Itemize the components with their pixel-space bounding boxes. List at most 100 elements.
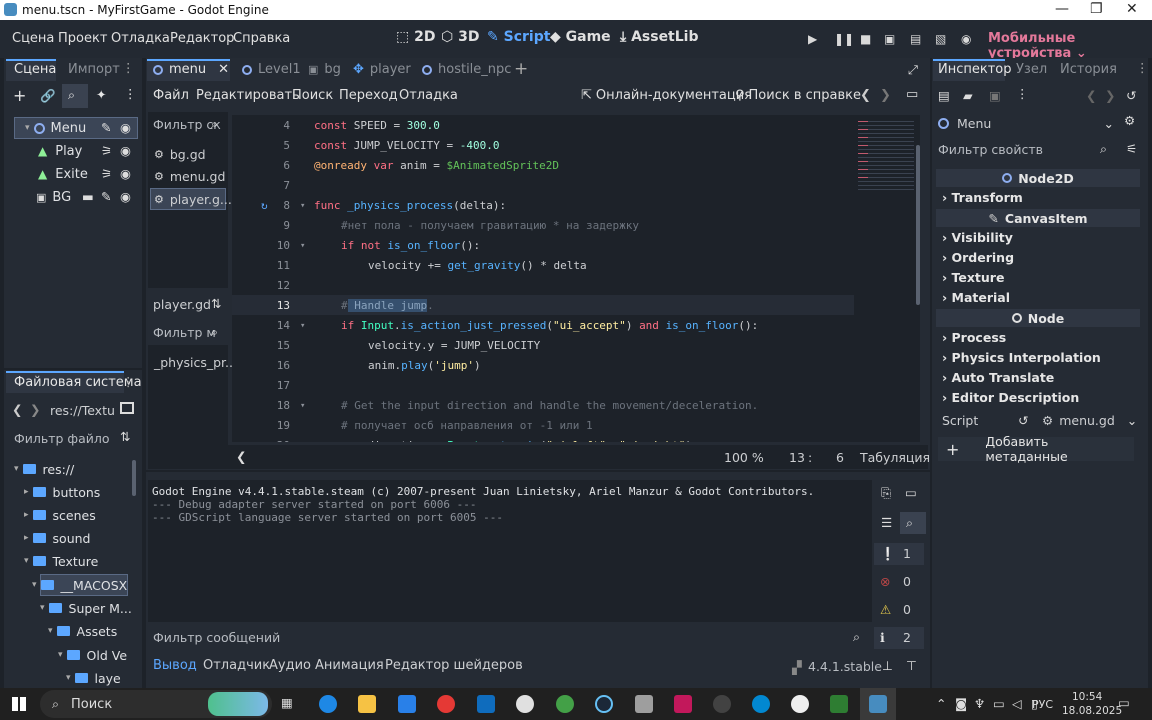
outlook-icon[interactable] <box>477 695 495 713</box>
chevron-up-icon[interactable]: ⌃ <box>936 696 946 711</box>
version-label[interactable]: 4.4.1.stable <box>808 659 882 674</box>
script-attached-icon[interactable]: ✎ <box>101 189 111 204</box>
collapse-icon[interactable]: ▾ <box>25 123 30 133</box>
play-custom-icon[interactable]: ▧ <box>935 32 946 46</box>
online-docs-button[interactable]: ⇱ Онлайн-документация <box>581 88 752 103</box>
fs-item-scenes[interactable]: ▸ scenes <box>24 504 96 526</box>
visibility-icon[interactable]: ◉ <box>120 143 131 158</box>
section-process[interactable]: › Process <box>942 330 1006 345</box>
edge-icon[interactable] <box>319 695 337 713</box>
editor-messages-count[interactable]: 2 <box>903 630 911 645</box>
windows-start-icon[interactable] <box>12 697 26 711</box>
open-folder-icon[interactable]: ▰ <box>963 88 973 103</box>
section-texture[interactable]: › Texture <box>942 270 1004 285</box>
history-forward-icon[interactable]: ❯ <box>1105 88 1115 103</box>
copy-icon[interactable]: ⎘ <box>881 485 891 501</box>
tab-scene[interactable]: Сцена <box>14 62 56 77</box>
split-view-icon[interactable] <box>120 402 134 414</box>
section-auto-translate[interactable]: › Auto Translate <box>942 370 1054 385</box>
section-transform[interactable]: › Transform <box>942 190 1023 205</box>
workspace-2d-button[interactable]: ⬚ 2D <box>396 29 435 45</box>
telegram-icon[interactable] <box>752 695 770 713</box>
file-explorer-icon[interactable] <box>358 695 376 713</box>
steam-icon[interactable] <box>595 695 613 713</box>
godot-icon[interactable] <box>869 695 887 713</box>
volume-icon[interactable]: ◁ <box>1012 696 1022 711</box>
collapse-icon[interactable]: ▾ <box>32 580 37 590</box>
collapse-icon[interactable]: ▾ <box>66 673 71 683</box>
green-app-icon[interactable] <box>556 695 574 713</box>
task-view-icon[interactable]: ▦ <box>281 695 293 710</box>
tab-player[interactable]: ✥ player <box>353 62 411 77</box>
fs-item-old-ve[interactable]: ▾ Old Ve <box>58 644 127 666</box>
search-icon[interactable]: ⌕ <box>906 515 913 531</box>
tab-node[interactable]: Узел <box>1016 62 1047 77</box>
menu-project[interactable]: Проект <box>58 31 107 46</box>
workspace-assetlib-button[interactable]: ⤓ AssetLib <box>620 29 699 45</box>
chatgpt-icon[interactable] <box>516 695 534 713</box>
methods-filter-input[interactable]: Фильтр м <box>153 325 216 340</box>
clear-output-icon[interactable]: ▭ <box>905 485 917 500</box>
zoom-level[interactable]: 100 % <box>724 450 764 465</box>
section-editor-description[interactable]: › Editor Description <box>942 390 1079 405</box>
help-search-button[interactable]: ⚲ Поиск в справке <box>735 88 861 103</box>
revert-icon[interactable]: ↺ <box>1018 413 1028 428</box>
errors-count[interactable]: 0 <box>903 574 911 589</box>
tab-audio[interactable]: Аудио <box>269 658 311 673</box>
object-properties-icon[interactable]: ⚙ <box>1124 113 1135 128</box>
expand-panel-icon[interactable]: ⊤ <box>906 658 917 673</box>
forward-icon[interactable]: ❯ <box>30 402 40 417</box>
code-editor[interactable]: ↻ ▾ ▾ ▾ ▾ 4 5 6 7 8 9 10 11 12 13 14 15 … <box>232 115 854 442</box>
clock-date[interactable]: 18.08.2025 <box>1062 705 1122 717</box>
close-tab-icon[interactable]: ✕ <box>218 62 229 77</box>
app-icon[interactable] <box>674 695 692 713</box>
play-icon[interactable]: ▶ <box>808 32 817 46</box>
collapse-icon[interactable]: ▾ <box>58 650 63 660</box>
fs-item-texture[interactable]: ▾ Texture <box>24 550 98 572</box>
menu-scene[interactable]: Сцена <box>12 31 54 46</box>
pin-icon[interactable]: ⊥ <box>882 658 893 673</box>
notifications-icon[interactable]: ▭ <box>1118 695 1130 710</box>
distraction-free-icon[interactable]: ⤢ <box>908 62 918 78</box>
tab-bg[interactable]: ▣ bg <box>308 62 341 77</box>
fs-item-assets[interactable]: ▾ Assets <box>48 620 117 642</box>
code-scrollbar[interactable] <box>916 145 920 305</box>
tab-menu[interactable]: menu ✕ <box>153 62 229 77</box>
more-icon[interactable]: ⋮ <box>122 374 135 389</box>
pause-icon[interactable]: ❚❚ <box>834 32 854 46</box>
add-metadata-button[interactable]: + Добавить метаданные <box>938 434 1134 464</box>
workspace-3d-button[interactable]: ⬡ 3D <box>441 29 479 45</box>
movie-maker-icon[interactable]: ◉ <box>961 32 971 46</box>
yandex-icon[interactable] <box>437 695 455 713</box>
more-icon[interactable]: ⋮ <box>1016 86 1029 101</box>
close-icon[interactable]: ✕ <box>1126 1 1138 17</box>
messages-count[interactable]: 1 <box>903 546 911 561</box>
warnings-count[interactable]: 0 <box>903 602 911 617</box>
store-icon[interactable] <box>398 695 416 713</box>
signal-icon[interactable]: ⚞ <box>101 143 112 158</box>
menu-search[interactable]: Поиск <box>292 88 333 103</box>
section-physics-interpolation[interactable]: › Physics Interpolation <box>942 350 1101 365</box>
visibility-icon[interactable]: ◉ <box>120 120 131 135</box>
history-back-icon[interactable]: ❮ <box>860 88 871 103</box>
script-property-value[interactable]: ⚙ menu.gd ⌄ <box>1042 413 1137 428</box>
menu-file[interactable]: Файл <box>153 88 189 103</box>
fold-icon[interactable]: ▾ <box>300 401 305 411</box>
script-item-bg[interactable]: ⚙ bg.gd <box>154 147 206 162</box>
script-item-menu[interactable]: ⚙ menu.gd <box>154 169 225 184</box>
github-icon[interactable] <box>713 695 731 713</box>
tab-output[interactable]: Вывод <box>153 658 197 673</box>
menu-debug-script[interactable]: Отладка <box>399 88 458 103</box>
method-item[interactable]: _physics_pr... <box>154 355 237 370</box>
tab-inspector[interactable]: Инспектор <box>938 62 1012 77</box>
menu-help[interactable]: Справка <box>233 31 290 46</box>
tab-shader-editor[interactable]: Редактор шейдеров <box>385 658 523 673</box>
play-scene-icon[interactable]: ▤ <box>910 32 921 46</box>
tab-level1[interactable]: Level1 <box>242 62 301 77</box>
minimize-icon[interactable]: — <box>1055 1 1069 17</box>
fs-item-super-m[interactable]: ▾ Super M... <box>40 597 132 619</box>
search-icon[interactable]: ⌕ <box>68 87 75 103</box>
add-node-icon[interactable]: + <box>13 86 26 105</box>
menu-editor[interactable]: Редактор <box>170 31 234 46</box>
history-forward-icon[interactable]: ❯ <box>880 88 891 103</box>
